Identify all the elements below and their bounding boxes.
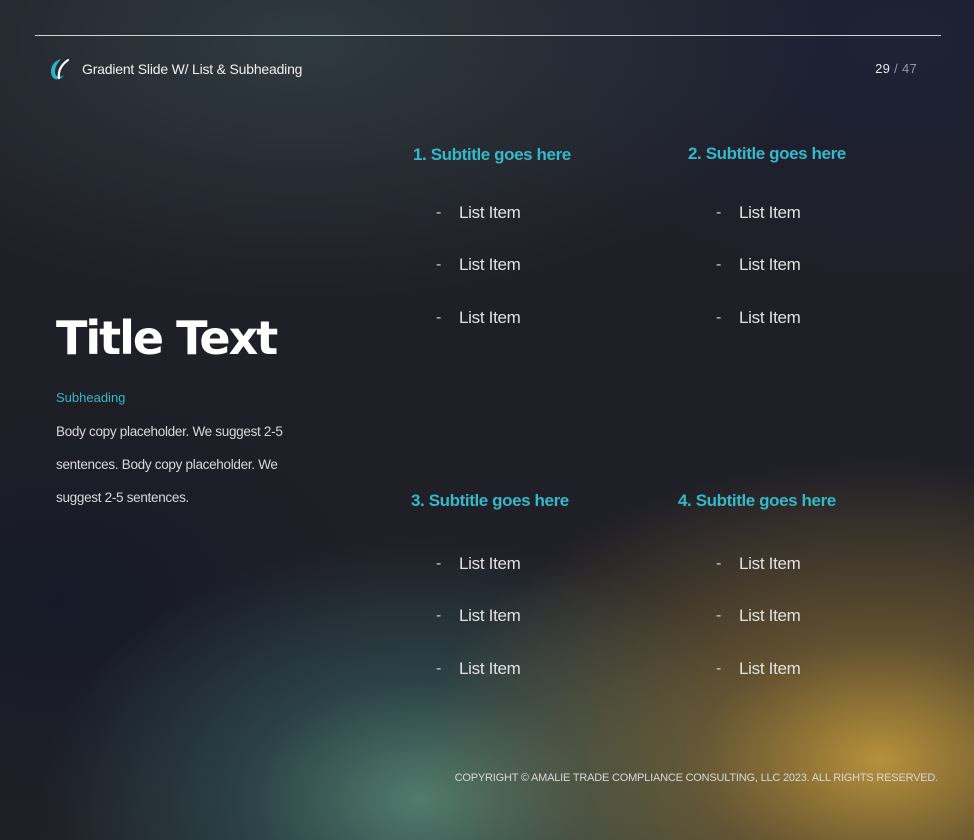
page-total: 47 xyxy=(901,61,917,76)
list-dash: - xyxy=(716,660,722,677)
section-4-subtitle: 4. Subtitle goes here xyxy=(678,491,836,510)
section-4: 4. Subtitle goes here xyxy=(678,491,836,511)
page-current: 29 xyxy=(875,61,891,76)
section-1-subtitle: 1. Subtitle goes here xyxy=(413,145,571,164)
slide-header-title: Gradient Slide W/ List & Subheading xyxy=(82,61,303,77)
list-item: - List Item xyxy=(716,554,801,573)
section-2: 2. Subtitle goes here xyxy=(688,144,846,164)
subheading: Subheading xyxy=(56,390,126,405)
intro-panel: Title Text Subheading Body copy placehol… xyxy=(56,308,306,514)
list-dash: - xyxy=(716,555,722,572)
swoosh-logo-icon xyxy=(51,58,70,80)
section-3: 3. Subtitle goes here xyxy=(411,491,569,511)
list-item: - List Item xyxy=(436,606,521,625)
list-dash: - xyxy=(436,660,442,677)
list-dash: - xyxy=(436,309,442,326)
list-item: - List Item xyxy=(716,255,801,274)
body-copy: Body copy placeholder. We suggest 2-5 se… xyxy=(56,424,283,505)
list-dash: - xyxy=(716,309,722,326)
list-item: - List Item xyxy=(436,255,521,274)
list-item: - List Item xyxy=(436,659,521,678)
slide-header: Gradient Slide W/ List & Subheading xyxy=(48,56,302,82)
list-item: - List Item xyxy=(716,659,801,678)
top-divider-line xyxy=(35,35,941,36)
list-dash: - xyxy=(436,256,442,273)
list-dash: - xyxy=(436,555,442,572)
page-separator: / xyxy=(894,61,899,76)
list-item: - List Item xyxy=(716,203,801,222)
list-dash: - xyxy=(716,256,722,273)
list-item: - List Item xyxy=(436,308,521,327)
list-item: - List Item xyxy=(716,606,801,625)
list-item: - List Item xyxy=(436,203,521,222)
copyright-footer: COPYRIGHT © AMALIE TRADE COMPLIANCE CONS… xyxy=(454,772,939,784)
page-number: 29 / 47 xyxy=(875,61,917,76)
list-item: - List Item xyxy=(716,308,801,327)
section-2-subtitle: 2. Subtitle goes here xyxy=(688,144,846,163)
list-dash: - xyxy=(716,204,722,221)
list-dash: - xyxy=(436,607,442,624)
slide-title: Title Text xyxy=(56,311,278,365)
list-dash: - xyxy=(436,204,442,221)
list-item: - List Item xyxy=(436,554,521,573)
list-dash: - xyxy=(716,607,722,624)
section-3-subtitle: 3. Subtitle goes here xyxy=(411,491,569,510)
section-1: 1. Subtitle goes here xyxy=(413,145,571,165)
